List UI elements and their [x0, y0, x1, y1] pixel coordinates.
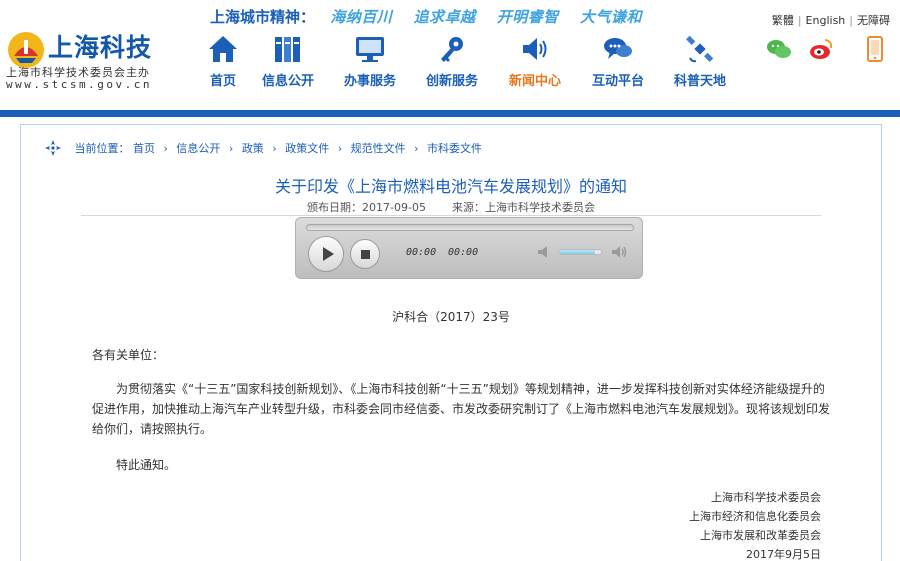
mute-icon[interactable]	[537, 245, 553, 259]
traditional-chinese-link[interactable]: 繁體	[772, 14, 794, 27]
article-source: 来源：上海市科学技术委员会	[451, 201, 595, 214]
signature-line: 上海市发展和改革委员会	[700, 529, 821, 542]
document-number: 沪科合（2017）23号	[392, 310, 510, 324]
nav-item-interaction[interactable]: 互动平台	[588, 34, 648, 89]
stop-button[interactable]	[350, 239, 380, 269]
city-spirit-title: 上海城市精神：	[210, 8, 316, 26]
breadcrumb-separator: ›	[414, 141, 419, 155]
mobile-icon[interactable]	[862, 36, 888, 62]
home-icon	[209, 36, 237, 62]
current-time: 00:00	[406, 247, 437, 258]
signature-date: 2017年9月5日	[746, 548, 821, 561]
nav-label: 首页	[209, 74, 236, 89]
breadcrumb-item-commission-docs[interactable]: 市科委文件	[427, 142, 482, 155]
breadcrumb-item-home[interactable]: 首页	[133, 142, 155, 155]
english-link[interactable]: English	[806, 14, 846, 27]
header-divider-bar	[0, 110, 900, 117]
volume-level	[559, 250, 595, 254]
logo-url: www.stcsm.gov.cn	[6, 78, 152, 91]
nav-item-services[interactable]: 办事服务	[340, 34, 400, 89]
nav-item-innovation[interactable]: 创新服务	[422, 34, 482, 89]
link-separator: |	[797, 14, 802, 27]
signature-line: 上海市经济和信息化委员会	[689, 510, 821, 523]
volume-max-icon[interactable]	[611, 245, 627, 259]
article-title: 关于印发《上海市燃料电池汽车发展规划》的通知	[274, 177, 627, 196]
signature-line: 上海市科学技术委员会	[711, 491, 821, 504]
weibo-icon[interactable]	[808, 36, 834, 62]
breadcrumb-separator: ›	[272, 141, 277, 155]
monitor-icon	[356, 37, 384, 62]
breadcrumb: 当前位置： 首页 › 信息公开 › 政策 › 政策文件 › 规范性文件 › 市科…	[45, 140, 482, 158]
breadcrumb-item-policy-docs[interactable]: 政策文件	[285, 142, 329, 155]
article-paragraph: 为贯彻落实《“十三五”国家科技创新规划》、《上海市科技创新“十三五”规划》等规划…	[92, 382, 831, 436]
top-links: 繁體 | English | 无障碍	[772, 12, 890, 28]
play-button[interactable]	[308, 236, 344, 272]
breadcrumb-item-policy[interactable]: 政策	[242, 142, 264, 155]
salutation: 各有关单位：	[92, 348, 165, 362]
key-icon	[441, 37, 463, 62]
nav-item-info-disclosure[interactable]: 信息公开	[258, 34, 318, 89]
breadcrumb-item-info[interactable]: 信息公开	[176, 142, 220, 155]
city-spirit-word: 开明睿智	[496, 8, 559, 26]
location-crosshair-icon	[45, 140, 61, 156]
nav-label: 科普天地	[673, 74, 726, 89]
volume-slider[interactable]	[558, 249, 602, 255]
breadcrumb-separator: ›	[337, 141, 343, 155]
site-logo[interactable]: 上海科技 上海市科学技术委员会主办 www.stcsm.gov.cn	[6, 30, 176, 92]
article-meta: 颁布日期：2017-09-05 来源：上海市科学技术委员会	[21, 199, 881, 215]
nav-label: 信息公开	[261, 74, 314, 89]
nav-label: 新闻中心	[508, 74, 561, 89]
article-panel: 当前位置： 首页 › 信息公开 › 政策 › 政策文件 › 规范性文件 › 市科…	[20, 124, 882, 561]
breadcrumb-separator: ›	[163, 141, 168, 155]
nav-item-home[interactable]: 首页	[206, 34, 240, 89]
audio-player: 00:00 00:00	[295, 217, 643, 279]
binders-icon	[275, 37, 300, 62]
chat-icon	[604, 38, 632, 59]
city-spirit-banner: 上海城市精神： 海纳百川 追求卓越 开明睿智 大气谦和	[210, 6, 658, 28]
nav-item-science[interactable]: 科普天地	[670, 34, 730, 89]
audio-progress-bar[interactable]	[306, 224, 634, 231]
speaker-icon	[523, 38, 547, 60]
city-spirit-word: 追求卓越	[413, 8, 476, 26]
city-spirit-word: 海纳百川	[330, 8, 393, 26]
nav-label: 创新服务	[425, 74, 478, 89]
duration-time: 00:00	[448, 247, 479, 258]
link-separator: |	[849, 14, 853, 27]
closing-line: 特此通知。	[116, 458, 177, 472]
city-spirit-word: 大气谦和	[580, 8, 643, 26]
wechat-icon[interactable]	[766, 36, 792, 62]
nav-label: 互动平台	[591, 74, 644, 89]
satellite-icon	[686, 35, 714, 63]
breadcrumb-separator: ›	[228, 141, 234, 155]
site-header: 上海科技 上海市科学技术委员会主办 www.stcsm.gov.cn 上海城市精…	[0, 0, 900, 117]
title-divider	[81, 215, 821, 216]
logo-name: 上海科技	[48, 33, 153, 62]
breadcrumb-label: 当前位置：	[74, 142, 130, 155]
accessibility-link[interactable]: 无障碍	[857, 14, 890, 27]
breadcrumb-item-normative-docs[interactable]: 规范性文件	[351, 142, 406, 155]
nav-item-news[interactable]: 新闻中心	[505, 34, 565, 89]
nav-label: 办事服务	[343, 74, 396, 89]
publish-date: 颁布日期：2017-09-05	[307, 201, 426, 214]
